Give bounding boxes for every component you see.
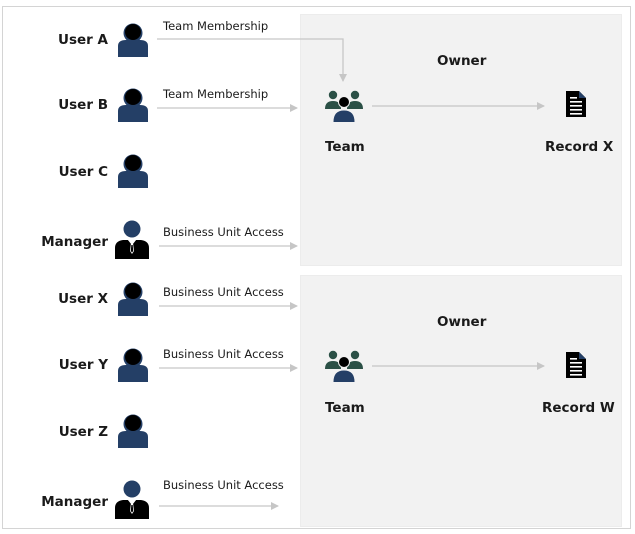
document-icon <box>566 352 586 378</box>
team-label: Team <box>325 400 365 416</box>
edge-label: Business Unit Access <box>163 285 284 299</box>
user-icon <box>118 23 148 57</box>
user-label: User C <box>58 164 108 180</box>
user-label: User Z <box>58 424 108 440</box>
team-icon <box>325 90 363 122</box>
user-icon <box>118 348 148 382</box>
edge-user-a-team <box>157 38 347 82</box>
edge-label: Business Unit Access <box>163 478 284 492</box>
user-label: Manager <box>41 234 108 250</box>
owner-label: Owner <box>437 53 487 69</box>
edge-label: Business Unit Access <box>163 347 284 361</box>
manager-icon <box>115 220 149 259</box>
team-icon <box>325 350 363 382</box>
user-label: Manager <box>41 494 108 510</box>
user-label: User B <box>58 97 108 113</box>
record-label: Record X <box>545 139 614 155</box>
edge-label: Business Unit Access <box>163 225 284 239</box>
user-icon <box>118 282 148 316</box>
user-icon <box>118 414 148 448</box>
manager-icon <box>115 480 149 519</box>
record-label: Record W <box>542 400 615 416</box>
user-icon <box>118 154 148 188</box>
document-icon <box>566 91 586 117</box>
user-label: User X <box>58 291 108 307</box>
team-label: Team <box>325 139 365 155</box>
connector-layer <box>157 38 545 510</box>
user-label: User Y <box>58 357 108 373</box>
owner-label: Owner <box>437 314 487 330</box>
user-icon <box>118 88 148 122</box>
edge-label: Team Membership <box>163 19 269 33</box>
edge-label: Team Membership <box>163 87 269 101</box>
user-label: User A <box>58 32 108 48</box>
